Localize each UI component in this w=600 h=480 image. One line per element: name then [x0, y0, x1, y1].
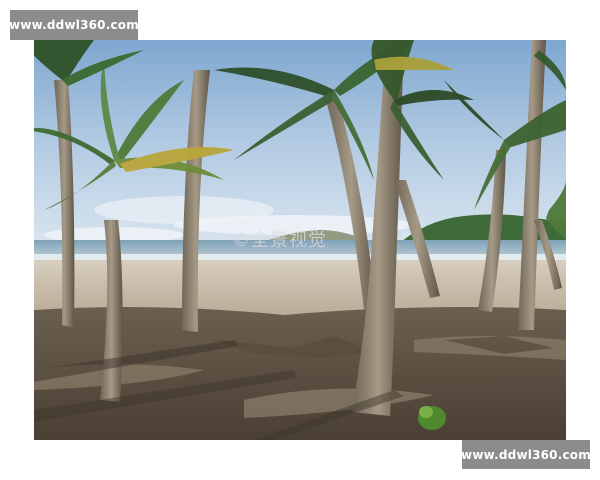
watermark-bottom-right: www.ddwl360.com	[461, 440, 591, 469]
watermark-top-left: www.ddwl360.com	[9, 10, 139, 40]
center-watermark: ©全景视觉	[232, 230, 327, 251]
green-plant	[419, 406, 433, 418]
page: www.ddwl360.com ©全景视觉 www.ddwl360.com	[0, 0, 600, 480]
